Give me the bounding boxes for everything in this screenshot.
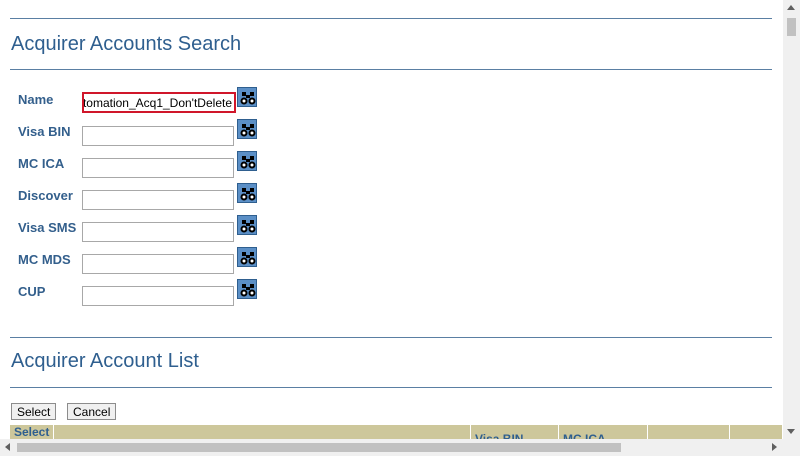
cancel-button[interactable]: Cancel: [67, 403, 117, 420]
discover-field[interactable]: [82, 190, 234, 210]
cup-lookup-button[interactable]: [237, 279, 257, 299]
search-title-divider: [10, 69, 772, 70]
select-button[interactable]: Select: [11, 403, 57, 420]
name-lookup-button[interactable]: [237, 87, 257, 107]
binoculars-icon: [240, 252, 256, 265]
visa-sms-field[interactable]: [82, 222, 234, 242]
horizontal-scrollbar[interactable]: [0, 439, 783, 456]
mc-ica-field[interactable]: [82, 158, 234, 178]
visa-bin-label: Visa BIN: [18, 124, 71, 139]
scroll-up-arrow-icon[interactable]: [787, 5, 795, 10]
scroll-down-arrow-icon[interactable]: [787, 429, 795, 434]
binoculars-icon: [240, 156, 256, 169]
binoculars-icon: [240, 284, 256, 297]
top-divider: [10, 18, 772, 19]
cup-label: CUP: [18, 284, 46, 299]
vertical-scrollbar[interactable]: [783, 0, 800, 456]
mc-ica-label: MC ICA: [18, 156, 65, 171]
list-title-divider: [10, 387, 772, 388]
scroll-right-arrow-icon[interactable]: [772, 443, 777, 451]
name-label: Name: [18, 92, 54, 107]
mc-mds-label: MC MDS: [18, 252, 71, 267]
binoculars-icon: [240, 220, 256, 233]
visa-sms-lookup-button[interactable]: [237, 215, 257, 235]
binoculars-icon: [240, 124, 256, 137]
visa-bin-field[interactable]: [82, 126, 234, 146]
binoculars-icon: [240, 188, 256, 201]
horizontal-scroll-thumb[interactable]: [17, 443, 621, 452]
search-section-title: Acquirer Accounts Search: [11, 33, 242, 55]
mc-mds-field[interactable]: [82, 254, 234, 274]
vertical-scroll-thumb[interactable]: [787, 18, 796, 36]
scroll-left-arrow-icon[interactable]: [5, 443, 10, 451]
name-field[interactable]: Automation_Acq1_Don'tDelete: [82, 92, 236, 113]
visa-sms-label: Visa SMS: [18, 220, 77, 235]
cup-field[interactable]: [82, 286, 234, 306]
binoculars-icon: [240, 92, 256, 105]
discover-label: Discover: [18, 188, 73, 203]
visa-bin-lookup-button[interactable]: [237, 119, 257, 139]
list-divider: [10, 337, 772, 338]
list-section-title: Acquirer Account List: [11, 350, 199, 372]
discover-lookup-button[interactable]: [237, 183, 257, 203]
mc-mds-lookup-button[interactable]: [237, 247, 257, 267]
mc-ica-lookup-button[interactable]: [237, 151, 257, 171]
